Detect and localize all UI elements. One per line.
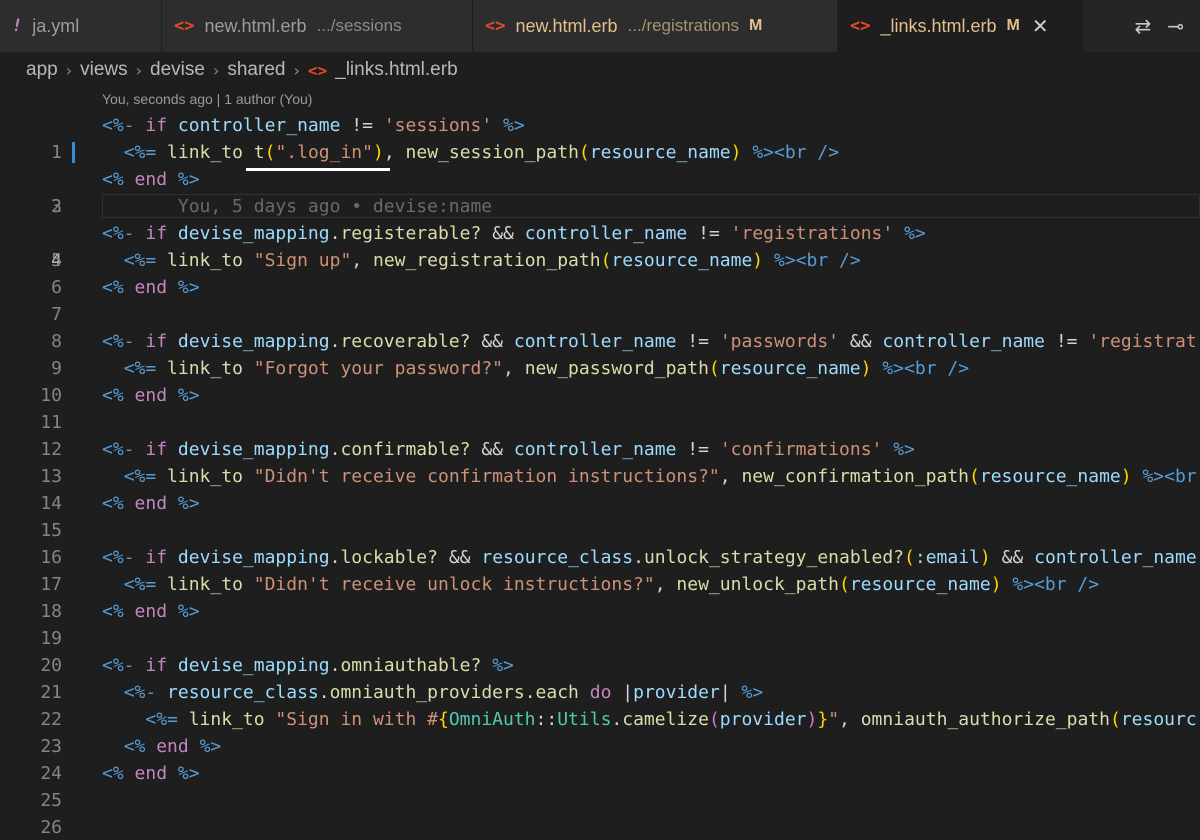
breadcrumb-item-file[interactable]: _links.html.erb bbox=[335, 59, 458, 81]
code-line: 6 <%= link_to "Sign up", new_registratio… bbox=[0, 247, 1200, 298]
code-line: 11 <% end %> bbox=[0, 382, 1200, 433]
code-line: 8 bbox=[0, 301, 1200, 352]
chevron-right-icon: › bbox=[212, 60, 220, 80]
git-blame-annotation[interactable]: You, 5 days ago • devise:name bbox=[178, 196, 492, 217]
code-line: 12 bbox=[0, 409, 1200, 460]
tab-description: .../sessions bbox=[316, 16, 402, 35]
code-line: 7 <% end %> bbox=[0, 274, 1200, 325]
code-line: 20 bbox=[0, 625, 1200, 676]
code-line: 5 <%- if devise_mapping.registerable? &&… bbox=[0, 220, 1200, 271]
line-code: <%- if controller_name != 'sessions' %> bbox=[102, 115, 525, 136]
annotation-underline bbox=[246, 168, 390, 171]
line-code: <% end %> bbox=[102, 385, 200, 406]
tab-description: .../registrations bbox=[627, 16, 740, 35]
code-line: 18 <%= link_to "Didn't receive unlock in… bbox=[0, 571, 1200, 622]
breadcrumb-item-shared[interactable]: shared bbox=[227, 59, 285, 81]
line-code: <% end %> bbox=[102, 277, 200, 298]
line-code: <% end %> bbox=[102, 169, 200, 190]
line-code: <%- resource_class.omniauth_providers.ea… bbox=[123, 682, 764, 703]
code-line: 21 <%- if devise_mapping.omniauthable? %… bbox=[0, 652, 1200, 703]
code-line: 14 <%= link_to "Didn't receive confirmat… bbox=[0, 463, 1200, 514]
chevron-right-icon: › bbox=[135, 60, 143, 80]
tab-label: ja.yml bbox=[32, 15, 80, 36]
breadcrumb-item-devise[interactable]: devise bbox=[150, 59, 205, 81]
code-line: 16 bbox=[0, 517, 1200, 568]
editor-actions: ⇄ ⊸ bbox=[1083, 0, 1200, 52]
line-code: <%- if devise_mapping.lockable? && resou… bbox=[102, 547, 1197, 568]
tab-ja-yml[interactable]: ! ja.yml bbox=[0, 0, 162, 52]
code-line: 9 <%- if devise_mapping.recoverable? && … bbox=[0, 328, 1200, 379]
line-code: <%- if devise_mapping.confirmable? && co… bbox=[102, 439, 915, 460]
tab-new-html-erb-sessions[interactable]: <> new.html.erb .../sessions bbox=[162, 0, 473, 52]
line-code: <%- if devise_mapping.registerable? && c… bbox=[102, 223, 926, 244]
html-file-icon: <> bbox=[174, 16, 195, 36]
code-line: 1 <%- if controller_name != 'sessions' %… bbox=[0, 112, 1200, 163]
line-code: <%= link_to "Didn't receive unlock instr… bbox=[123, 574, 1100, 595]
code-line: 22 <%- resource_class.omniauth_providers… bbox=[0, 679, 1200, 730]
html-file-icon: <> bbox=[485, 16, 506, 36]
git-modified-marker[interactable] bbox=[72, 142, 75, 163]
line-code: <%- if devise_mapping.recoverable? && co… bbox=[102, 331, 1197, 352]
tab-bar: ! ja.yml <> new.html.erb .../sessions <>… bbox=[0, 0, 1200, 53]
tab-links-html-erb[interactable]: <> _links.html.erb M ✕ bbox=[838, 0, 1083, 52]
code-editor[interactable]: 1 <%- if controller_name != 'sessions' %… bbox=[0, 112, 1200, 840]
line-code: <%= link_to t(".log_in"), new_session_pa… bbox=[123, 142, 840, 163]
chevron-right-icon: › bbox=[293, 60, 300, 80]
yaml-file-icon: ! bbox=[12, 16, 23, 36]
line-code: <% end %> bbox=[102, 493, 200, 514]
line-code: <% end %> bbox=[123, 736, 222, 757]
code-line: 26 bbox=[0, 787, 1200, 838]
html-file-icon: <> bbox=[307, 60, 328, 80]
line-code: <%= link_to "Didn't receive confirmation… bbox=[123, 466, 1197, 487]
breadcrumb-item-views[interactable]: views bbox=[80, 59, 128, 81]
modified-badge: M bbox=[749, 17, 763, 34]
html-file-icon: <> bbox=[850, 16, 871, 36]
code-line: 25 <% end %> bbox=[0, 760, 1200, 811]
code-line: 17 <%- if devise_mapping.lockable? && re… bbox=[0, 544, 1200, 595]
code-line-current: 4 You, 5 days ago • devise:name bbox=[0, 193, 1200, 271]
codelens-authors[interactable]: You, seconds ago | 1 author (You) bbox=[102, 91, 312, 107]
tab-label: _links.html.erb bbox=[880, 15, 997, 36]
line-code: <%= link_to "Sign up", new_registration_… bbox=[123, 250, 861, 271]
line-code: <% end %> bbox=[102, 601, 200, 622]
line-code: <%= link_to "Sign in with #{OmniAuth::Ut… bbox=[145, 709, 1197, 730]
code-line: 10 <%= link_to "Forgot your password?", … bbox=[0, 355, 1200, 406]
tab-label: new.html.erb bbox=[204, 15, 307, 36]
line-number: 26 bbox=[40, 817, 62, 838]
line-code: <% end %> bbox=[102, 763, 200, 784]
line-code: You, 5 days ago • devise:name bbox=[102, 193, 492, 220]
code-line: 23 <%= link_to "Sign in with #{OmniAuth:… bbox=[0, 706, 1200, 757]
code-line: 3 <% end %> bbox=[0, 166, 1200, 217]
code-line: 19 <% end %> bbox=[0, 598, 1200, 649]
line-code: <%= link_to "Forgot your password?", new… bbox=[123, 358, 970, 379]
code-line: 13 <%- if devise_mapping.confirmable? &&… bbox=[0, 436, 1200, 487]
code-line: 15 <% end %> bbox=[0, 490, 1200, 541]
open-changes-icon[interactable]: ⇄ bbox=[1134, 14, 1151, 38]
breadcrumb: app › views › devise › shared › <> _link… bbox=[0, 52, 1200, 88]
tab-new-html-erb-registrations[interactable]: <> new.html.erb .../registrations M bbox=[473, 0, 838, 52]
tab-label: new.html.erb bbox=[515, 15, 618, 36]
modified-badge: M bbox=[1006, 17, 1020, 34]
timeline-icon[interactable]: ⊸ bbox=[1167, 14, 1184, 38]
code-line: 2 <%= link_to t(".log_in"), new_session_… bbox=[0, 139, 1200, 217]
line-code: <%- if devise_mapping.omniauthable? %> bbox=[102, 655, 514, 676]
close-icon[interactable]: ✕ bbox=[1032, 14, 1049, 39]
chevron-right-icon: › bbox=[65, 60, 73, 80]
code-line: 24 <% end %> bbox=[0, 733, 1200, 784]
breadcrumb-item-app[interactable]: app bbox=[26, 59, 58, 81]
